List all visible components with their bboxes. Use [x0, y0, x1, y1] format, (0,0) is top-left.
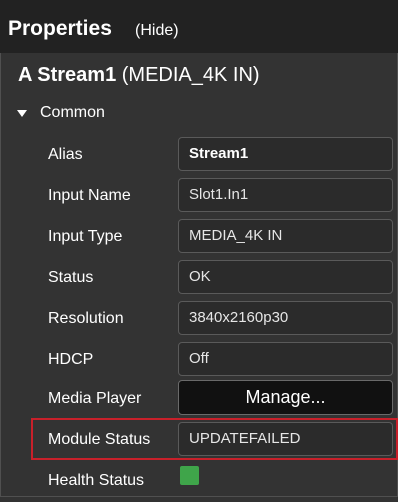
- module-status-highlight: [31, 418, 398, 460]
- panel-header: Properties (Hide): [0, 0, 398, 53]
- hdcp-label: HDCP: [48, 351, 94, 368]
- health-status-indicator: [180, 466, 199, 485]
- property-row-hdcp: HDCP Off: [0, 340, 398, 381]
- health-status-label: Health Status: [48, 472, 145, 489]
- resolution-field: 3840x2160p30: [178, 301, 393, 335]
- manage-button[interactable]: Manage...: [178, 380, 393, 415]
- resolution-label: Resolution: [48, 310, 124, 327]
- stream-title: A Stream1 (MEDIA_4K IN): [18, 64, 260, 87]
- property-row-alias: Alias Stream1: [0, 135, 398, 176]
- hdcp-field: Off: [178, 342, 393, 376]
- stream-type: (MEDIA_4K IN): [121, 64, 260, 86]
- property-row-input-name: Input Name Slot1.In1: [0, 176, 398, 217]
- input-name-field: Slot1.In1: [178, 178, 393, 212]
- status-field: OK: [178, 260, 393, 294]
- alias-label: Alias: [48, 146, 83, 163]
- stream-name: A Stream1: [18, 64, 117, 86]
- chevron-down-icon: [17, 109, 27, 117]
- input-type-field: MEDIA_4K IN: [178, 219, 393, 253]
- alias-field[interactable]: Stream1: [178, 137, 393, 171]
- input-type-label: Input Type: [48, 228, 123, 245]
- status-label: Status: [48, 269, 94, 286]
- hide-link[interactable]: (Hide): [135, 22, 179, 40]
- section-common-toggle[interactable]: Common: [17, 100, 105, 126]
- property-row-input-type: Input Type MEDIA_4K IN: [0, 217, 398, 258]
- panel-title: Properties: [8, 17, 112, 40]
- property-row-status: Status OK: [0, 258, 398, 299]
- property-row-media-player: Media Player Manage...: [0, 379, 398, 420]
- property-row-health-status: Health Status: [0, 461, 398, 502]
- property-row-resolution: Resolution 3840x2160p30: [0, 299, 398, 340]
- section-label: Common: [40, 104, 105, 121]
- media-player-label: Media Player: [48, 390, 142, 407]
- input-name-label: Input Name: [48, 187, 131, 204]
